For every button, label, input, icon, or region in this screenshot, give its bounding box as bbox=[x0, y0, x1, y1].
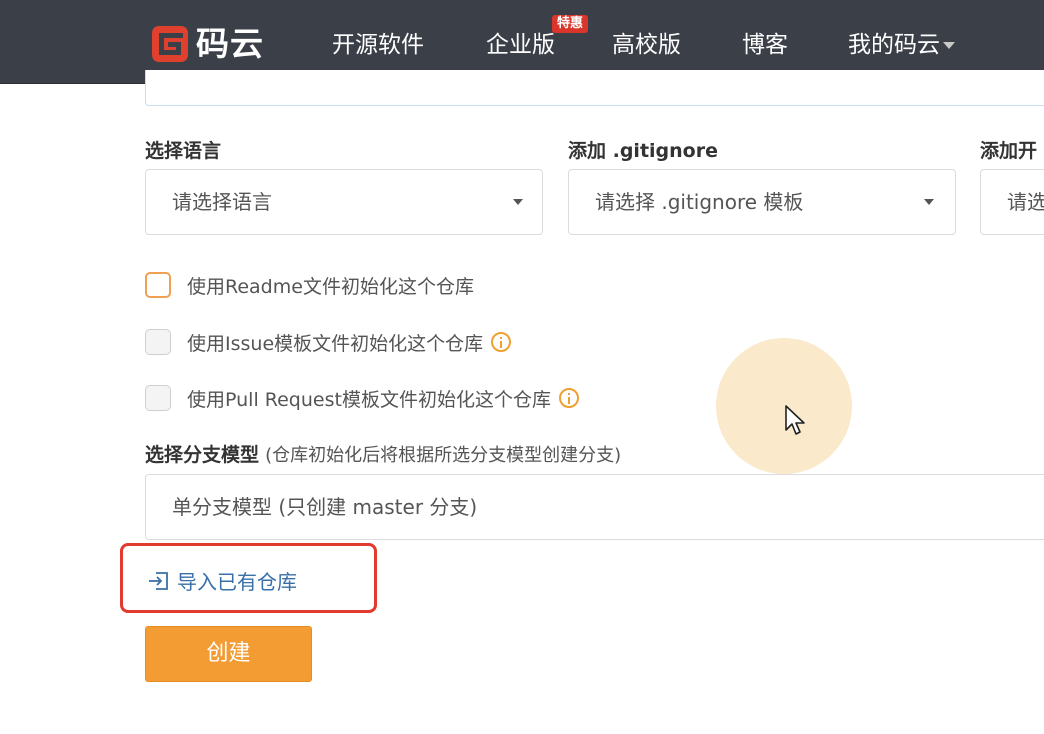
caret-down-icon bbox=[513, 199, 523, 205]
language-select-value: 请选择语言 bbox=[172, 190, 272, 214]
info-icon[interactable] bbox=[558, 388, 579, 408]
gitee-logo-icon bbox=[152, 26, 188, 62]
license-select[interactable]: 请选 bbox=[980, 169, 1044, 235]
issue-template-checkbox[interactable] bbox=[145, 329, 171, 355]
pr-template-checkbox[interactable] bbox=[145, 385, 171, 411]
info-icon[interactable] bbox=[491, 332, 512, 352]
gitignore-label: 添加 .gitignore bbox=[568, 140, 718, 162]
issue-template-checkbox-row[interactable]: 使用Issue模板文件初始化这个仓库 bbox=[145, 328, 512, 356]
pr-template-checkbox-label: 使用Pull Request模板文件初始化这个仓库 bbox=[187, 388, 551, 411]
branch-model-hint: (仓库初始化后将根据所选分支模型创建分支) bbox=[265, 445, 622, 466]
description-field[interactable] bbox=[145, 70, 1044, 106]
branch-model-title: 选择分支模型 bbox=[145, 444, 260, 466]
language-select[interactable]: 请选择语言 bbox=[145, 169, 543, 235]
caret-down-icon bbox=[924, 199, 934, 205]
gitignore-select[interactable]: 请选择 .gitignore 模板 bbox=[568, 169, 956, 235]
pr-template-checkbox-row[interactable]: 使用Pull Request模板文件初始化这个仓库 bbox=[145, 384, 579, 412]
branch-model-select[interactable]: 单分支模型 (只创建 master 分支) bbox=[145, 474, 1044, 540]
mouse-pointer-icon bbox=[785, 405, 805, 435]
language-label: 选择语言 bbox=[145, 140, 222, 162]
nav-item-open-source[interactable]: 开源软件 bbox=[332, 30, 424, 60]
gitignore-select-value: 请选择 .gitignore 模板 bbox=[595, 190, 804, 214]
import-icon bbox=[149, 571, 168, 590]
branch-model-value: 单分支模型 (只创建 master 分支) bbox=[172, 495, 478, 519]
chevron-down-icon bbox=[943, 42, 955, 49]
readme-checkbox-label: 使用Readme文件初始化这个仓库 bbox=[187, 275, 474, 298]
nav-item-my-gitee-label: 我的码云 bbox=[848, 32, 940, 58]
import-repo-label: 导入已有仓库 bbox=[177, 570, 297, 594]
logo[interactable]: 码云 bbox=[150, 22, 264, 66]
nav-item-enterprise[interactable]: 企业版 bbox=[486, 30, 555, 60]
readme-checkbox-row[interactable]: 使用Readme文件初始化这个仓库 bbox=[145, 271, 474, 299]
branch-model-label: 选择分支模型 (仓库初始化后将根据所选分支模型创建分支) bbox=[145, 440, 621, 467]
readme-checkbox[interactable] bbox=[145, 272, 171, 298]
import-repo-link[interactable]: 导入已有仓库 bbox=[147, 566, 297, 595]
logo-text: 码云 bbox=[196, 24, 264, 63]
create-button[interactable]: 创建 bbox=[145, 626, 312, 682]
license-label: 添加开 bbox=[980, 140, 1038, 162]
promo-badge: 特惠 bbox=[552, 15, 589, 33]
issue-template-checkbox-label: 使用Issue模板文件初始化这个仓库 bbox=[187, 332, 484, 355]
license-select-value: 请选 bbox=[1007, 190, 1044, 214]
nav-item-education[interactable]: 高校版 bbox=[612, 30, 681, 60]
nav-item-blog[interactable]: 博客 bbox=[742, 30, 788, 60]
nav-item-my-gitee[interactable]: 我的码云 bbox=[848, 30, 955, 60]
